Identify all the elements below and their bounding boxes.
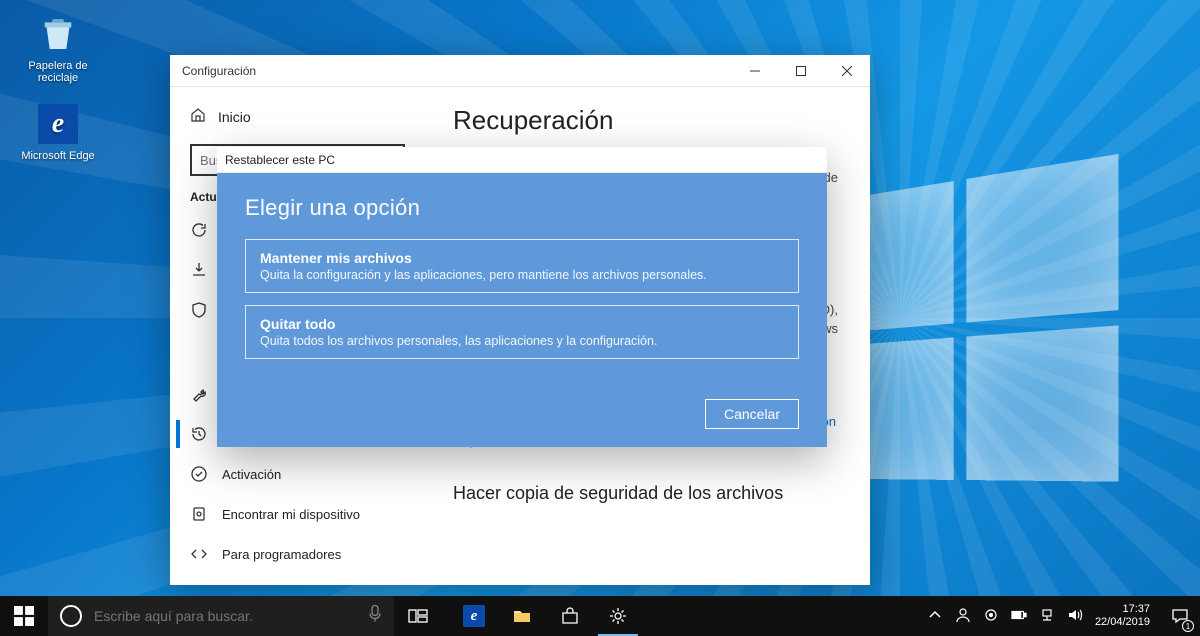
taskbar-clock[interactable]: 17:37 22/04/2019 xyxy=(1095,603,1150,629)
dialog-title: Restablecer este PC xyxy=(217,147,827,173)
code-icon xyxy=(190,545,208,563)
reset-option-title: Mantener mis archivos xyxy=(260,250,784,266)
refresh-icon xyxy=(190,221,208,239)
sidebar-item-for-developers[interactable]: Para programadores xyxy=(176,534,419,574)
desktop-icon-label: Papelera de reciclaje xyxy=(18,60,98,84)
taskbar-time: 17:37 xyxy=(1095,603,1150,616)
taskbar-app-file-explorer[interactable] xyxy=(498,596,546,636)
cancel-button[interactable]: Cancelar xyxy=(705,399,799,429)
tray-location-icon[interactable] xyxy=(983,607,999,626)
wrench-icon xyxy=(190,385,208,403)
desktop-icon-recycle-bin[interactable]: Papelera de reciclaje xyxy=(18,12,98,84)
sidebar-item-label: Encontrar mi dispositivo xyxy=(222,507,360,522)
reset-option-remove-everything[interactable]: Quitar todo Quita todos los archivos per… xyxy=(245,305,799,359)
download-network-icon xyxy=(190,261,208,279)
dialog-heading: Elegir una opción xyxy=(245,195,799,221)
window-close-button[interactable] xyxy=(824,55,870,87)
window-minimize-button[interactable] xyxy=(732,55,778,87)
taskbar-search-input[interactable] xyxy=(92,608,394,624)
reset-option-keep-files[interactable]: Mantener mis archivos Quita la configura… xyxy=(245,239,799,293)
action-center-button[interactable]: 1 xyxy=(1160,596,1200,636)
tray-network-icon[interactable] xyxy=(1039,607,1055,626)
tray-people-icon[interactable] xyxy=(955,607,971,626)
task-view-button[interactable] xyxy=(394,596,442,636)
shield-icon xyxy=(190,301,208,319)
history-icon xyxy=(190,425,208,443)
tray-chevron-up-icon[interactable] xyxy=(927,607,943,626)
edge-icon: e xyxy=(36,102,80,146)
reset-option-desc: Quita la configuración y las aplicacione… xyxy=(260,268,784,282)
reset-option-title: Quitar todo xyxy=(260,316,784,332)
taskbar-date: 22/04/2019 xyxy=(1095,616,1150,629)
cortana-icon xyxy=(60,605,82,627)
sidebar-item-label: Activación xyxy=(222,467,281,482)
notification-badge: 1 xyxy=(1182,620,1194,632)
desktop-icon-edge[interactable]: e Microsoft Edge xyxy=(18,102,98,162)
sidebar-home-label: Inicio xyxy=(218,109,251,125)
start-button[interactable] xyxy=(0,596,48,636)
system-tray: 17:37 22/04/2019 xyxy=(917,603,1160,629)
window-titlebar[interactable]: Configuración xyxy=(170,55,870,87)
locate-device-icon xyxy=(190,505,208,523)
desktop-icon-label: Microsoft Edge xyxy=(18,150,98,162)
reset-pc-dialog: Restablecer este PC Elegir una opción Ma… xyxy=(217,147,827,447)
tray-volume-icon[interactable] xyxy=(1067,607,1083,626)
edge-icon: e xyxy=(463,605,485,627)
taskbar-app-edge[interactable]: e xyxy=(450,596,498,636)
taskbar-search[interactable] xyxy=(48,596,394,636)
tray-battery-icon[interactable] xyxy=(1011,607,1027,626)
taskbar-app-store[interactable] xyxy=(546,596,594,636)
window-title: Configuración xyxy=(170,64,732,78)
recycle-bin-icon xyxy=(36,12,80,56)
check-circle-icon xyxy=(190,465,208,483)
sidebar-item-find-my-device[interactable]: Encontrar mi dispositivo xyxy=(176,494,419,534)
home-icon xyxy=(190,107,206,126)
page-title: Recuperación xyxy=(453,105,842,136)
sidebar-item-label: Para programadores xyxy=(222,547,341,562)
taskbar: e 17:37 22/04/2019 1 xyxy=(0,596,1200,636)
taskbar-app-settings[interactable] xyxy=(594,596,642,636)
microphone-icon[interactable] xyxy=(368,605,382,628)
sidebar-item-activation[interactable]: Activación xyxy=(176,454,419,494)
sidebar-home[interactable]: Inicio xyxy=(176,101,419,132)
section-heading-backup: Hacer copia de seguridad de los archivos xyxy=(453,483,842,504)
window-maximize-button[interactable] xyxy=(778,55,824,87)
reset-option-desc: Quita todos los archivos personales, las… xyxy=(260,334,784,348)
